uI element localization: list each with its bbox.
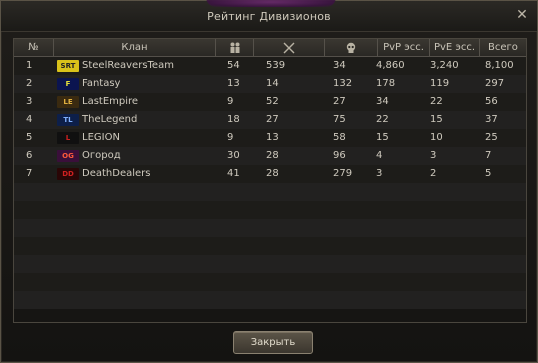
pvp-essence: 15 <box>376 132 389 143</box>
pvp-essence: 22 <box>376 114 389 125</box>
header-clan[interactable]: Клан <box>54 39 216 56</box>
deaths-count: 279 <box>333 168 353 179</box>
header-pve[interactable]: PvE эсс. <box>430 39 480 56</box>
clan-crest-icon: TL <box>57 114 79 126</box>
kills-count: 28 <box>266 168 279 179</box>
total-essence: 297 <box>485 78 505 89</box>
total-essence: 25 <box>485 132 498 143</box>
table-row <box>14 183 526 201</box>
header-pvp[interactable]: PvP эсс. <box>378 39 430 56</box>
clan-crest-icon: F <box>57 78 79 90</box>
members-count: 13 <box>227 78 240 89</box>
kills-count: 539 <box>266 60 286 71</box>
clan-name: Огород <box>82 150 121 161</box>
ranking-table: № Клан PvP эсс. PvE эсс. Всего 1 SRT Ste… <box>13 38 527 323</box>
deaths-count: 58 <box>333 132 346 143</box>
total-essence: 37 <box>485 114 498 125</box>
deaths-count: 75 <box>333 114 346 125</box>
total-essence: 5 <box>485 168 492 179</box>
table-row <box>14 273 526 291</box>
window-title: Рейтинг Дивизионов <box>207 10 331 23</box>
table-row <box>14 201 526 219</box>
deaths-count: 132 <box>333 78 353 89</box>
clan-crest-icon: LE <box>57 96 79 108</box>
table-row[interactable]: 4 TL TheLegend 18 27 75 22 15 37 <box>14 111 526 129</box>
pve-essence: 22 <box>430 96 443 107</box>
table-row <box>14 237 526 255</box>
kills-count: 28 <box>266 150 279 161</box>
pve-essence: 3,240 <box>430 60 459 71</box>
members-count: 18 <box>227 114 240 125</box>
pve-essence: 15 <box>430 114 443 125</box>
table-row[interactable]: 2 F Fantasy 13 14 132 178 119 297 <box>14 75 526 93</box>
rank-number: 2 <box>26 78 33 89</box>
rank-number: 5 <box>26 132 33 143</box>
table-row[interactable]: 1 SRT SteelReaversTeam 54 539 34 4,860 3,240 8,1… <box>14 57 526 75</box>
title-ornament <box>206 0 336 7</box>
header-deaths[interactable] <box>325 39 378 56</box>
pvp-essence: 3 <box>376 168 383 179</box>
rank-number: 7 <box>26 168 33 179</box>
close-icon[interactable]: ✕ <box>515 8 529 22</box>
members-icon <box>230 42 239 53</box>
table-row <box>14 255 526 273</box>
header-members[interactable] <box>216 39 254 56</box>
pvp-essence: 178 <box>376 78 396 89</box>
clan-crest-icon: DD <box>57 168 79 180</box>
rank-number: 3 <box>26 96 33 107</box>
pve-essence: 2 <box>430 168 437 179</box>
header-kills[interactable] <box>254 39 325 56</box>
clan-name: Fantasy <box>82 78 121 89</box>
clan-name: DeathDealers <box>82 168 151 179</box>
members-count: 41 <box>227 168 240 179</box>
clan-name: SteelReaversTeam <box>82 60 174 71</box>
members-count: 9 <box>227 96 234 107</box>
skull-icon <box>346 42 356 53</box>
pve-essence: 119 <box>430 78 450 89</box>
deaths-count: 34 <box>333 60 346 71</box>
pve-essence: 3 <box>430 150 437 161</box>
pvp-essence: 4,860 <box>376 60 405 71</box>
total-essence: 56 <box>485 96 498 107</box>
members-count: 54 <box>227 60 240 71</box>
table-body: 1 SRT SteelReaversTeam 54 539 34 4,860 3,240 8,1… <box>14 57 526 309</box>
total-essence: 8,100 <box>485 60 514 71</box>
pve-essence: 10 <box>430 132 443 143</box>
header-total[interactable]: Всего <box>480 39 526 56</box>
kills-count: 52 <box>266 96 279 107</box>
clan-name: LEGION <box>82 132 120 143</box>
kills-count: 14 <box>266 78 279 89</box>
clan-name: TheLegend <box>82 114 138 125</box>
table-header: № Клан PvP эсс. PvE эсс. Всего <box>14 39 526 57</box>
clan-crest-icon: L <box>57 132 79 144</box>
deaths-count: 96 <box>333 150 346 161</box>
total-essence: 7 <box>485 150 492 161</box>
kills-count: 13 <box>266 132 279 143</box>
pvp-essence: 4 <box>376 150 383 161</box>
title-bar: Рейтинг Дивизионов ✕ <box>1 0 537 32</box>
rank-number: 6 <box>26 150 33 161</box>
swords-icon <box>283 42 295 54</box>
division-rating-window: Рейтинг Дивизионов ✕ № Клан PvP эсс. PvE… <box>0 0 538 363</box>
clan-name: LastEmpire <box>82 96 139 107</box>
table-row[interactable]: 3 LE LastEmpire 9 52 27 34 22 56 <box>14 93 526 111</box>
members-count: 30 <box>227 150 240 161</box>
members-count: 9 <box>227 132 234 143</box>
rank-number: 4 <box>26 114 33 125</box>
pvp-essence: 34 <box>376 96 389 107</box>
clan-crest-icon: SRT <box>57 60 79 72</box>
table-row <box>14 219 526 237</box>
header-number[interactable]: № <box>14 39 54 56</box>
kills-count: 27 <box>266 114 279 125</box>
table-row[interactable]: 6 OG Огород 30 28 96 4 3 7 <box>14 147 526 165</box>
close-button[interactable]: Закрыть <box>233 331 313 354</box>
table-row[interactable]: 5 L LEGION 9 13 58 15 10 25 <box>14 129 526 147</box>
table-row <box>14 291 526 309</box>
clan-crest-icon: OG <box>57 150 79 162</box>
deaths-count: 27 <box>333 96 346 107</box>
table-row[interactable]: 7 DD DeathDealers 41 28 279 3 2 5 <box>14 165 526 183</box>
rank-number: 1 <box>26 60 33 71</box>
